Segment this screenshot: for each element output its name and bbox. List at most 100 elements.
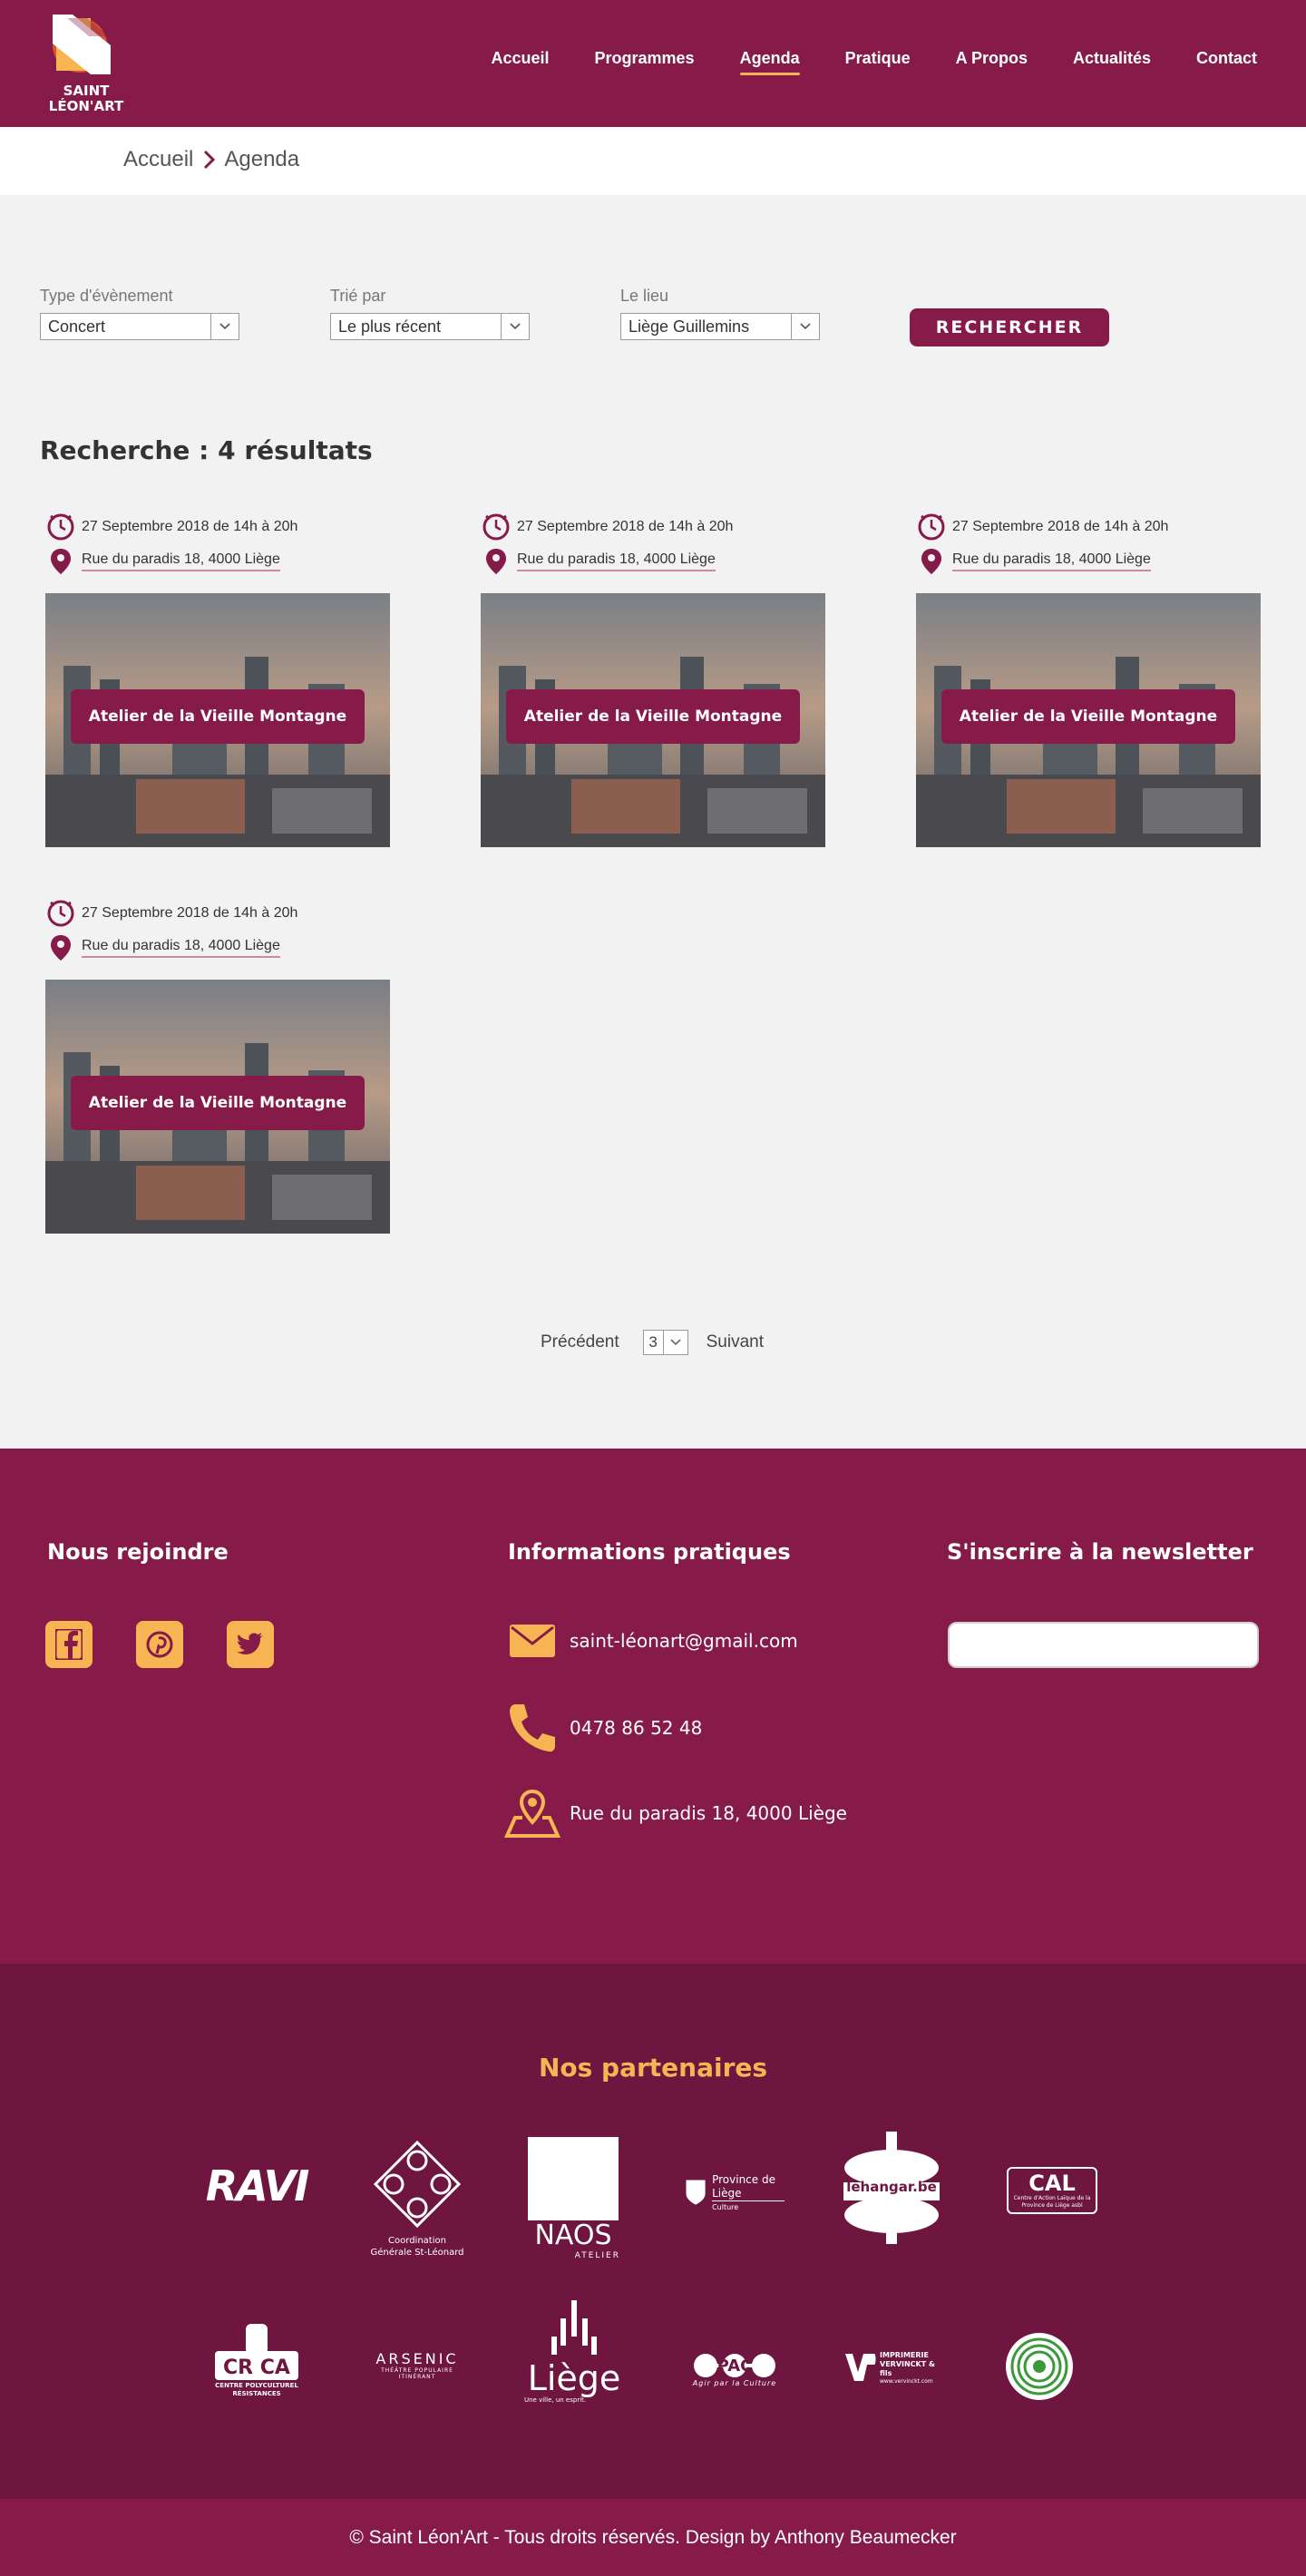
partner-coordination-logo[interactable]: Coordination Générale St-Léonard (363, 2132, 472, 2266)
logo-text: SAINT LÉON'ART (48, 83, 124, 114)
filter-sort-label: Trié par (330, 287, 386, 305)
nav-actualites[interactable]: Actualités (1073, 49, 1151, 75)
spiral-emblem-icon (373, 2140, 462, 2229)
footer-email[interactable]: saint-léonart@gmail.com (570, 1630, 798, 1652)
breadcrumb-home[interactable]: Accueil (123, 147, 193, 172)
partner-naos-logo[interactable]: NAOS ATELIER (526, 2132, 620, 2266)
partner-arsenic-logo[interactable]: ARSENIC THÉÂTRE POPULAIRE ITINÉRANT (363, 2347, 472, 2383)
naos-square-icon (528, 2137, 619, 2220)
liege-perron-icon (551, 2300, 597, 2355)
copyright: © Saint Léon'Art - Tous droits réservés.… (0, 2499, 1306, 2576)
event-date: 27 Septembre 2018 de 14h à 20h (82, 905, 298, 921)
partner-pac-logo[interactable]: PAC Agir par la Culture (685, 2347, 785, 2392)
partner-cal-logo[interactable]: CAL Centre d'Action Laïque de la Provinc… (1002, 2161, 1102, 2220)
pagination: Précédent 3 Suivant (541, 1330, 764, 1355)
nav-programmes[interactable]: Programmes (595, 49, 695, 75)
vinyl-record-icon (1006, 2333, 1073, 2400)
facebook-icon[interactable] (45, 1621, 93, 1668)
envelope-icon (504, 1614, 560, 1668)
event-card: 27 Septembre 2018 de 14h à 20h Rue du pa… (481, 510, 825, 847)
phone-icon (504, 1701, 560, 1755)
partner-vervinckt-logo[interactable]: IMPRIMERIE VERVINCKT & fils www.vervinck… (842, 2345, 941, 2390)
event-card: 27 Septembre 2018 de 14h à 20h Rue du pa… (916, 510, 1261, 847)
event-image[interactable]: Atelier de la Vieille Montagne (481, 593, 825, 847)
partner-ravi-logo[interactable]: RAVI (206, 2159, 310, 2213)
pagination-prev[interactable]: Précédent (541, 1332, 619, 1352)
footer: Nous rejoindre Informations pratiques sa… (0, 1449, 1306, 1964)
event-date: 27 Septembre 2018 de 14h à 20h (82, 519, 298, 534)
clock-icon (916, 512, 947, 542)
nav-agenda[interactable]: Agenda (739, 49, 800, 75)
event-date: 27 Septembre 2018 de 14h à 20h (517, 519, 734, 534)
event-card: 27 Septembre 2018 de 14h à 20h Rue du pa… (45, 896, 390, 1234)
raised-fist-icon: CR CA (215, 2324, 298, 2380)
clock-icon (45, 898, 76, 929)
event-address[interactable]: Rue du paradis 18, 4000 Liège (952, 551, 1151, 571)
clock-icon (45, 512, 76, 542)
filter-sort-select[interactable]: Le plus récent (330, 313, 530, 340)
filter-type: Type d'évènement Concert (40, 287, 239, 340)
footer-join-title: Nous rejoindre (47, 1539, 229, 1565)
chevron-down-icon (792, 314, 819, 339)
partner-cracpa-logo[interactable]: CR CA CENTRE POLYCULTUREL RÉSISTANCES (209, 2316, 305, 2406)
newsletter-input[interactable] (948, 1622, 1259, 1668)
breadcrumb: Accueil Agenda (123, 147, 299, 172)
breadcrumb-current: Agenda (224, 147, 300, 171)
filter-type-select[interactable]: Concert (40, 313, 239, 340)
pac-letters: PAC (717, 2356, 753, 2376)
footer-address: Rue du paradis 18, 4000 Liège (570, 1802, 847, 1824)
map-pin-icon (45, 546, 76, 577)
nav-a-propos[interactable]: A Propos (956, 49, 1028, 75)
nav-accueil[interactable]: Accueil (491, 49, 549, 75)
footer-info-title: Informations pratiques (508, 1539, 791, 1565)
page-select[interactable]: 3 (642, 1330, 688, 1355)
event-card: 27 Septembre 2018 de 14h à 20h Rue du pa… (45, 510, 390, 847)
footer-newsletter-title: S'inscrire à la newsletter (947, 1539, 1253, 1565)
nav-pratique[interactable]: Pratique (845, 49, 911, 75)
map-pin-icon (481, 546, 512, 577)
main-nav: Accueil Programmes Agenda Pratique A Pro… (491, 49, 1257, 75)
partner-record-logo[interactable] (1003, 2330, 1076, 2403)
chevron-right-icon (204, 150, 216, 170)
filter-place-select[interactable]: Liège Guillemins (620, 313, 820, 340)
logo-mark-icon (53, 15, 111, 74)
event-title-button[interactable]: Atelier de la Vieille Montagne (941, 689, 1235, 744)
pinterest-icon[interactable] (136, 1621, 183, 1668)
map-location-icon (504, 1786, 560, 1840)
clock-icon (481, 512, 512, 542)
map-pin-icon (45, 932, 76, 963)
event-address[interactable]: Rue du paradis 18, 4000 Liège (82, 551, 280, 571)
filter-type-label: Type d'évènement (40, 287, 173, 305)
logo[interactable]: SAINT LÉON'ART (36, 9, 136, 120)
coat-of-arms-icon (686, 2180, 706, 2205)
vp-monogram-icon (845, 2354, 876, 2381)
event-title-button[interactable]: Atelier de la Vieille Montagne (71, 689, 365, 744)
event-title-button[interactable]: Atelier de la Vieille Montagne (71, 1076, 365, 1130)
partners-title: Nos partenaires (538, 2053, 768, 2083)
event-address[interactable]: Rue du paradis 18, 4000 Liège (517, 551, 716, 571)
filter-place: Le lieu Liège Guillemins (620, 287, 820, 340)
footer-phone: 0478 86 52 48 (570, 1717, 703, 1739)
partners-section: Nos partenaires RAVI Coordination Généra… (0, 1964, 1306, 2499)
partner-lehangar-logo[interactable]: lehangar.be (842, 2132, 941, 2244)
event-address[interactable]: Rue du paradis 18, 4000 Liège (82, 938, 280, 958)
filter-sort: Trié par Le plus récent (330, 287, 530, 340)
event-image[interactable]: Atelier de la Vieille Montagne (45, 593, 390, 847)
breadcrumb-bar: Accueil Agenda (0, 127, 1306, 195)
partner-liege-logo[interactable]: Liège Une ville, un esprit. (524, 2293, 624, 2411)
event-image[interactable]: Atelier de la Vieille Montagne (916, 593, 1261, 847)
search-button[interactable]: RECHERCHER (910, 308, 1109, 346)
event-date: 27 Septembre 2018 de 14h à 20h (952, 519, 1169, 534)
twitter-icon[interactable] (227, 1621, 274, 1668)
svg-text:CR CA: CR CA (223, 2356, 290, 2379)
filter-place-label: Le lieu (620, 287, 669, 305)
results-title: Recherche : 4 résultats (40, 435, 373, 465)
event-image[interactable]: Atelier de la Vieille Montagne (45, 980, 390, 1234)
chevron-down-icon (502, 314, 529, 339)
site-header: SAINT LÉON'ART Accueil Programmes Agenda… (0, 0, 1306, 127)
event-title-button[interactable]: Atelier de la Vieille Montagne (506, 689, 800, 744)
nav-contact[interactable]: Contact (1196, 49, 1257, 75)
pagination-next[interactable]: Suivant (707, 1332, 764, 1352)
map-pin-icon (916, 546, 947, 577)
partner-province-liege-logo[interactable]: Province de Liège Culture (685, 2165, 785, 2220)
